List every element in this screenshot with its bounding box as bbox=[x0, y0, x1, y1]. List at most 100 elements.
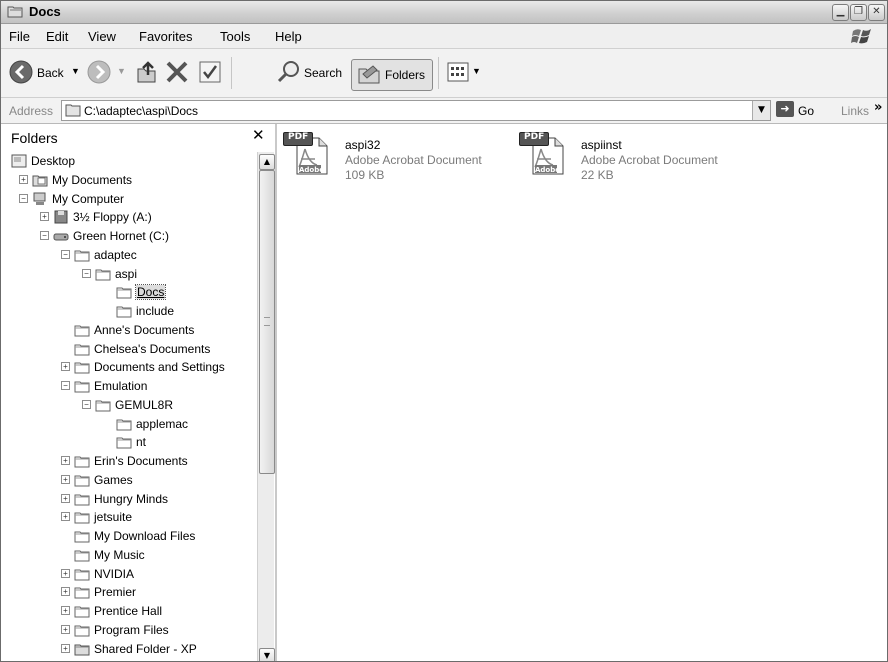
menu-help[interactable]: Help bbox=[275, 29, 302, 44]
tree-item-label: Shared Folder - XP bbox=[94, 642, 197, 656]
tree-item-label: Erin's Documents bbox=[94, 454, 188, 468]
address-dropdown-icon[interactable]: ▼ bbox=[752, 101, 770, 120]
tree-item[interactable]: − My Computer bbox=[1, 190, 257, 209]
tree-item[interactable]: + Premier bbox=[1, 583, 257, 602]
tree-item-label: Program Files bbox=[94, 623, 169, 637]
file-item-aspiinst[interactable]: PDF Adobe aspiinst Adobe Acrobat Documen… bbox=[517, 128, 747, 182]
expand-icon[interactable]: + bbox=[61, 644, 70, 653]
adobe-brand-text: Adobe bbox=[299, 166, 324, 174]
menu-edit[interactable]: Edit bbox=[46, 29, 68, 44]
collapse-icon[interactable]: − bbox=[40, 231, 49, 240]
tree-item[interactable]: + Program Files bbox=[1, 621, 257, 640]
tree-item[interactable]: include bbox=[1, 302, 257, 321]
shared-folder-icon bbox=[74, 644, 90, 656]
mydocs-icon bbox=[32, 175, 48, 187]
scroll-up-icon[interactable]: ▲ bbox=[259, 154, 275, 170]
scroll-down-icon[interactable]: ▼ bbox=[259, 648, 275, 661]
views-dropdown-icon[interactable]: ▼ bbox=[472, 66, 481, 76]
expand-icon[interactable]: + bbox=[61, 606, 70, 615]
close-pane-icon[interactable]: ✕ bbox=[252, 126, 265, 144]
expand-icon[interactable]: + bbox=[61, 625, 70, 634]
properties-check-icon[interactable] bbox=[198, 60, 222, 84]
go-button[interactable]: Go bbox=[798, 104, 814, 118]
expand-icon[interactable]: + bbox=[61, 587, 70, 596]
menu-tools[interactable]: Tools bbox=[220, 29, 250, 44]
tree-item-label: nt bbox=[136, 435, 147, 449]
file-item-aspi32[interactable]: PDF Adobe aspi32 Adobe Acrobat Document … bbox=[281, 128, 511, 182]
folders-pane: Folders ✕ Desktop + My Documents − My Comput… bbox=[1, 124, 277, 661]
menu-view[interactable]: View bbox=[88, 29, 116, 44]
tree-item[interactable]: Desktop bbox=[1, 152, 257, 171]
folder-icon bbox=[74, 550, 90, 562]
tree-item-label: GEMUL8R bbox=[115, 398, 174, 412]
views-icon[interactable] bbox=[447, 62, 469, 82]
menu-favorites[interactable]: Favorites bbox=[139, 29, 192, 44]
scroll-thumb[interactable] bbox=[259, 170, 275, 474]
back-arrow-icon[interactable] bbox=[9, 60, 33, 84]
back-label[interactable]: Back bbox=[37, 66, 64, 80]
title-bar[interactable]: Docs ▁ ❐ ✕ bbox=[1, 1, 887, 24]
menu-file[interactable]: File bbox=[9, 29, 30, 44]
collapse-icon[interactable]: − bbox=[61, 250, 70, 259]
address-input[interactable]: C:\adaptec\aspi\Docs ▼ bbox=[61, 100, 771, 121]
search-label[interactable]: Search bbox=[304, 66, 342, 80]
tree-item[interactable]: Docs bbox=[1, 283, 257, 302]
file-list-view: PDF Adobe aspi32 Adobe Acrobat Document … bbox=[277, 124, 887, 661]
tree-item[interactable]: + Hungry Minds bbox=[1, 490, 257, 509]
folders-icon bbox=[358, 65, 380, 84]
tree-item[interactable]: + Documents and Settings bbox=[1, 358, 257, 377]
close-button[interactable]: ✕ bbox=[868, 4, 885, 21]
expand-icon[interactable]: + bbox=[61, 569, 70, 578]
tree-item[interactable]: − GEMUL8R bbox=[1, 396, 257, 415]
tree-item[interactable]: My Download Files bbox=[1, 527, 257, 546]
expand-icon[interactable]: + bbox=[61, 475, 70, 484]
collapse-icon[interactable]: − bbox=[82, 400, 91, 409]
collapse-icon[interactable]: − bbox=[19, 194, 28, 203]
search-icon[interactable] bbox=[276, 60, 300, 84]
collapse-icon[interactable]: − bbox=[82, 269, 91, 278]
tree-item[interactable]: + Prentice Hall bbox=[1, 602, 257, 621]
tree-item[interactable]: Chelsea's Documents bbox=[1, 340, 257, 359]
expand-icon[interactable]: + bbox=[61, 512, 70, 521]
forward-dropdown-icon[interactable]: ▼ bbox=[117, 66, 126, 76]
forward-arrow-icon[interactable] bbox=[87, 60, 111, 84]
maximize-button[interactable]: ❐ bbox=[850, 4, 867, 21]
desktop-icon bbox=[11, 154, 27, 168]
tree-item[interactable]: + Shared Folder - XP bbox=[1, 640, 257, 659]
tree-item[interactable]: My Music bbox=[1, 546, 257, 565]
tree-item-label: My Documents bbox=[52, 173, 133, 187]
delete-x-icon[interactable] bbox=[165, 60, 189, 84]
tree-item[interactable]: Anne's Documents bbox=[1, 321, 257, 340]
expand-icon[interactable]: + bbox=[40, 212, 49, 221]
up-folder-icon[interactable] bbox=[133, 59, 159, 85]
chevron-right-icon[interactable]: » bbox=[874, 100, 882, 115]
tree-item[interactable]: + NVIDIA bbox=[1, 565, 257, 584]
tree-item[interactable]: +3½ Floppy (A:) bbox=[1, 208, 257, 227]
expand-icon[interactable]: + bbox=[19, 175, 28, 184]
expand-icon[interactable]: + bbox=[61, 362, 70, 371]
tree-item[interactable]: + jetsuite bbox=[1, 508, 257, 527]
collapse-icon[interactable]: − bbox=[61, 381, 70, 390]
tree-scrollbar[interactable]: ▲ ▼ bbox=[257, 152, 275, 661]
explorer-window: Docs ▁ ❐ ✕ File Edit View Favorites Tool… bbox=[0, 0, 888, 662]
tree-item-label: Chelsea's Documents bbox=[94, 342, 211, 356]
tree-item[interactable]: − Green Hornet (C:) bbox=[1, 227, 257, 246]
file-size: 22 KB bbox=[581, 168, 614, 182]
tree-item[interactable]: + Games bbox=[1, 471, 257, 490]
folder-icon bbox=[74, 362, 90, 374]
tree-item-label: Games bbox=[94, 473, 133, 487]
tree-item[interactable]: − adaptec bbox=[1, 246, 257, 265]
back-dropdown-icon[interactable]: ▼ bbox=[71, 66, 80, 76]
tree-item[interactable]: − Emulation bbox=[1, 377, 257, 396]
tree-item[interactable]: + Erin's Documents bbox=[1, 452, 257, 471]
tree-item[interactable]: + My Documents bbox=[1, 171, 257, 190]
tree-item[interactable]: − aspi bbox=[1, 265, 257, 284]
links-label[interactable]: Links bbox=[841, 104, 869, 118]
standard-toolbar: Back ▼ ▼ Search Folders ▼ bbox=[1, 49, 887, 98]
expand-icon[interactable]: + bbox=[61, 494, 70, 503]
tree-item[interactable]: nt bbox=[1, 433, 257, 452]
tree-item[interactable]: applemac bbox=[1, 415, 257, 434]
go-arrow-icon[interactable]: ➜ bbox=[776, 101, 794, 117]
expand-icon[interactable]: + bbox=[61, 456, 70, 465]
minimize-button[interactable]: ▁ bbox=[832, 4, 849, 21]
